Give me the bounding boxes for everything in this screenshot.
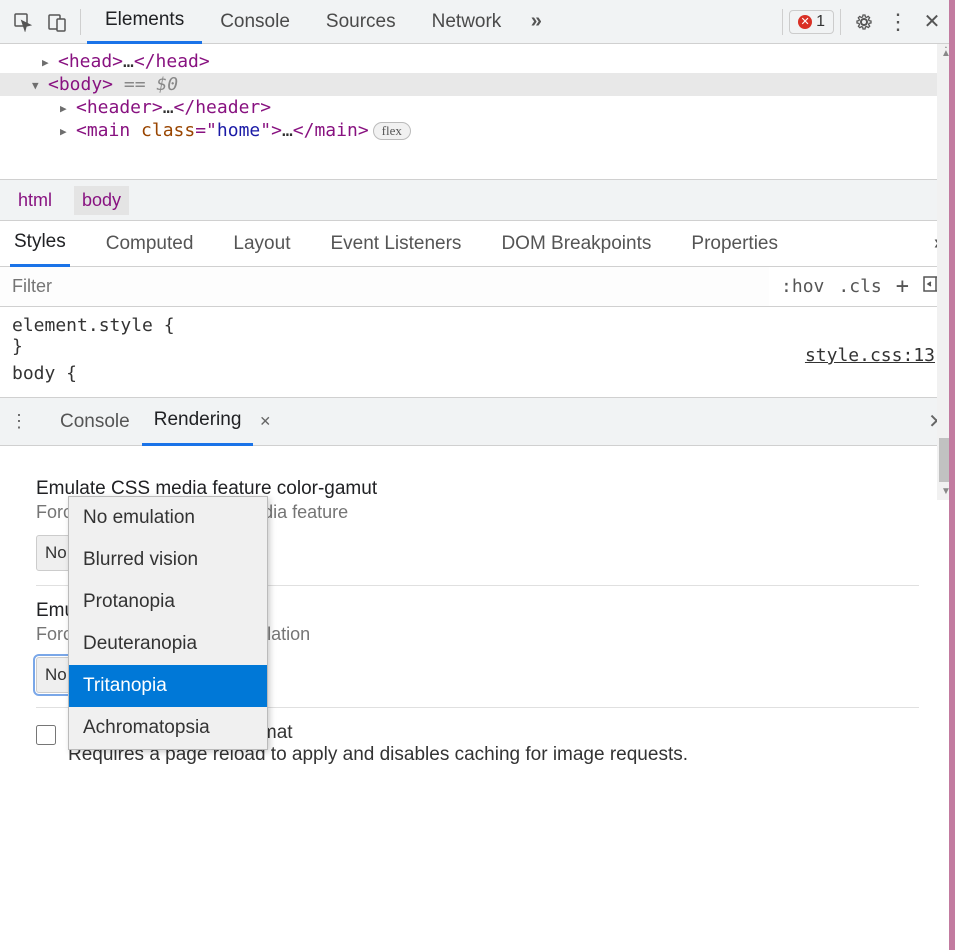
tab-network[interactable]: Network [414,0,520,44]
new-style-rule-icon[interactable]: + [896,274,909,299]
elements-dom-tree[interactable]: ⋯ ▶<head>…</head> ▼<body> == $0 ▶<header… [0,44,955,179]
crumb-body[interactable]: body [74,186,129,215]
vision-deficiency-dropdown[interactable]: No emulation Blurred vision Protanopia D… [68,496,268,750]
styles-filter-bar: :hov .cls + [0,267,955,307]
window-edge [949,0,955,950]
device-toggle-icon[interactable] [40,5,74,39]
subtab-dom-breakpoints[interactable]: DOM Breakpoints [497,221,655,267]
styles-tabs: Styles Computed Layout Event Listeners D… [0,221,955,267]
tab-sources[interactable]: Sources [308,0,414,44]
dom-node-head[interactable]: ▶<head>…</head> [0,50,955,73]
more-tabs-icon[interactable]: » [519,5,553,39]
tab-elements[interactable]: Elements [87,0,202,44]
body-rule[interactable]: body { [12,363,943,384]
error-dot-icon: ✕ [798,15,812,29]
dom-node-main[interactable]: ▶<main class="home">…</main>flex [0,119,955,142]
element-style-rule[interactable]: element.style {} [12,315,943,357]
drawer-tab-console[interactable]: Console [48,398,142,446]
disable-avif-checkbox[interactable] [36,725,56,745]
crumb-html[interactable]: html [10,186,60,215]
subtab-event-listeners[interactable]: Event Listeners [326,221,465,267]
option-blurred-vision[interactable]: Blurred vision [69,539,267,581]
separator [782,9,783,35]
subtab-properties[interactable]: Properties [687,221,782,267]
kebab-menu-icon[interactable]: ⋮ [881,5,915,39]
hov-toggle[interactable]: :hov [781,276,824,297]
option-no-emulation[interactable]: No emulation [69,497,267,539]
styles-filter-input[interactable] [0,267,769,306]
subtab-computed[interactable]: Computed [102,221,198,267]
devtools-topbar: Elements Console Sources Network » ✕1 ⋮ … [0,0,955,44]
separator [80,9,81,35]
styles-pane[interactable]: element.style {} body { style.css:13 [0,307,955,397]
settings-gear-icon[interactable] [847,5,881,39]
subtab-layout[interactable]: Layout [229,221,294,267]
flex-badge[interactable]: flex [373,122,411,140]
tab-console[interactable]: Console [202,0,308,44]
inspect-element-icon[interactable] [6,5,40,39]
breadcrumb: html body [0,179,955,221]
drawer-tab-rendering[interactable]: Rendering [142,398,254,446]
dom-node-body[interactable]: ▼<body> == $0 [0,73,955,96]
close-tab-icon[interactable]: ✕ [259,413,271,430]
error-counter[interactable]: ✕1 [789,10,834,34]
option-protanopia[interactable]: Protanopia [69,581,267,623]
option-tritanopia[interactable]: Tritanopia [69,665,267,707]
close-devtools-icon[interactable]: ✕ [915,5,949,39]
error-count: 1 [816,13,825,31]
subtab-styles[interactable]: Styles [10,221,70,267]
drawer-tabbar: ⋮ Console Rendering ✕ ✕ [0,398,955,446]
option-achromatopsia[interactable]: Achromatopsia [69,707,267,749]
dom-node-header[interactable]: ▶<header>…</header> [0,96,955,119]
cls-toggle[interactable]: .cls [838,276,881,297]
drawer-menu-icon[interactable]: ⋮ [10,411,30,432]
option-deuteranopia[interactable]: Deuteranopia [69,623,267,665]
style-source-link[interactable]: style.css:13 [805,345,935,366]
separator [840,9,841,35]
